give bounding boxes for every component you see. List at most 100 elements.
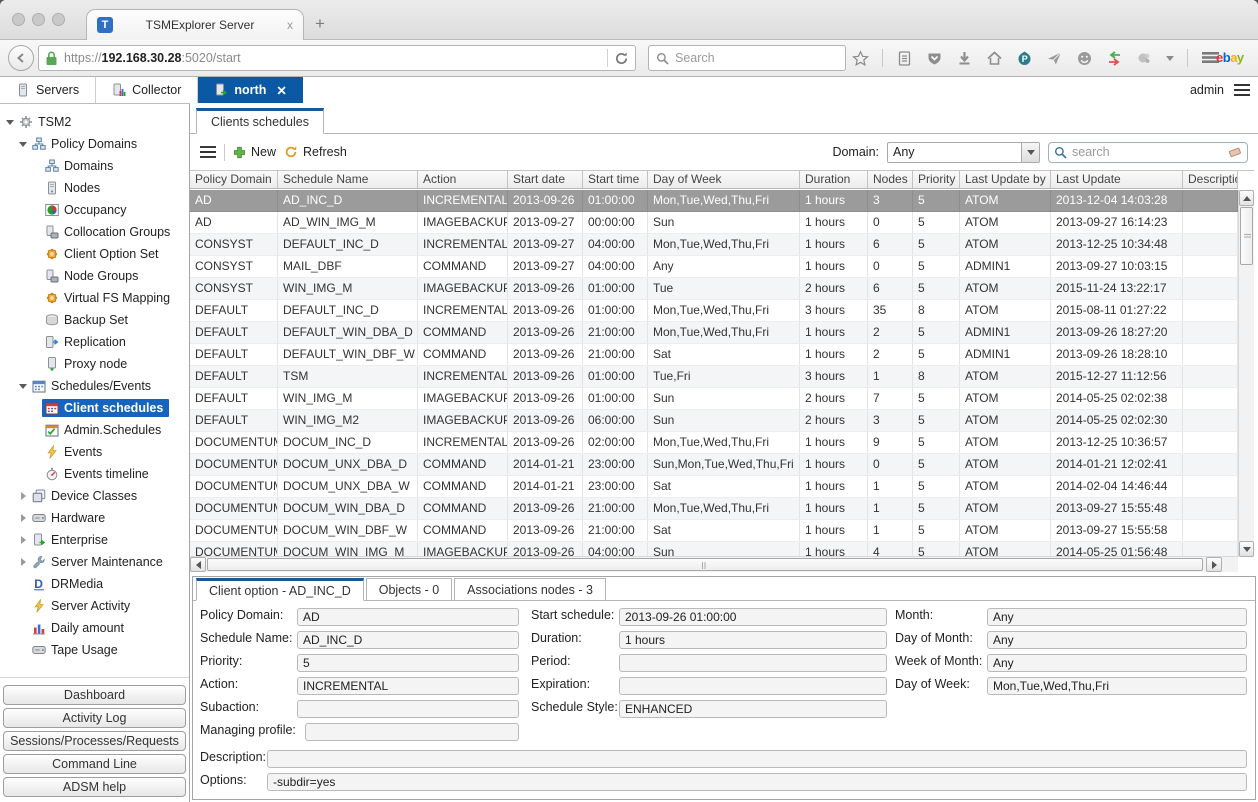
table-row-tsm[interactable]: DEFAULTTSMINCREMENTAL2013-09-2601:00:00T… bbox=[190, 366, 1238, 388]
url-bar[interactable]: https://192.168.30.28:5020/start bbox=[38, 45, 636, 71]
tree-item-server-activity[interactable]: Server Activity bbox=[0, 595, 189, 617]
tree-item-virtual-fs-mapping[interactable]: Virtual FS Mapping bbox=[0, 287, 189, 309]
column-header-description[interactable]: Description bbox=[1183, 171, 1238, 188]
action-field[interactable] bbox=[297, 677, 519, 695]
server-tab-north[interactable]: north✕ bbox=[198, 77, 302, 103]
dropdown-caret-icon[interactable] bbox=[1166, 56, 1174, 61]
tree-expander-icon[interactable] bbox=[17, 512, 29, 524]
tree-item-client-option-set[interactable]: Client Option Set bbox=[0, 243, 189, 265]
ebay-logo[interactable]: ebay bbox=[1216, 50, 1244, 65]
detail-tab-objects-0[interactable]: Objects - 0 bbox=[366, 578, 452, 601]
tree-item-schedules-events[interactable]: Schedules/Events bbox=[0, 375, 189, 397]
tree-item-enterprise[interactable]: Enterprise bbox=[0, 529, 189, 551]
tree-expander-icon[interactable] bbox=[17, 138, 29, 150]
tree-item-replication[interactable]: Replication bbox=[0, 331, 189, 353]
day-of-month-field[interactable] bbox=[987, 631, 1247, 649]
schedule-style-field[interactable] bbox=[619, 700, 887, 718]
tree-item-device-classes[interactable]: Device Classes bbox=[0, 485, 189, 507]
table-row-mail_dbf[interactable]: CONSYSTMAIL_DBFCOMMAND2013-09-2704:00:00… bbox=[190, 256, 1238, 278]
tab-close-icon[interactable]: x bbox=[287, 19, 293, 31]
expiration-field[interactable] bbox=[619, 677, 887, 695]
horizontal-scroll-thumb[interactable] bbox=[207, 558, 1203, 571]
close-tab-icon[interactable]: ✕ bbox=[276, 83, 286, 98]
detail-tab-client-option-ad-inc-d[interactable]: Client option - AD_INC_D bbox=[196, 578, 364, 601]
tab-clients-schedules[interactable]: Clients schedules bbox=[196, 108, 324, 134]
grid-menu-icon[interactable] bbox=[200, 146, 216, 158]
tree-item-server-maintenance[interactable]: Server Maintenance bbox=[0, 551, 189, 573]
refresh-button[interactable]: Refresh bbox=[284, 145, 347, 159]
new-button[interactable]: New bbox=[233, 145, 276, 159]
download-icon[interactable] bbox=[956, 50, 973, 67]
window-close-button[interactable] bbox=[12, 13, 25, 26]
tree-item-admin-schedules[interactable]: Admin.Schedules bbox=[0, 419, 189, 441]
column-header-start-date[interactable]: Start date bbox=[508, 171, 583, 188]
column-header-start-time[interactable]: Start time bbox=[583, 171, 648, 188]
tree-expander-icon[interactable] bbox=[4, 116, 16, 128]
tree-item-events-timeline[interactable]: Events timeline bbox=[0, 463, 189, 485]
week-of-month-field[interactable] bbox=[987, 654, 1247, 672]
server-tab-collector[interactable]: Collector bbox=[96, 77, 198, 103]
priority-field[interactable] bbox=[297, 654, 519, 672]
command-line-button[interactable]: Command Line bbox=[3, 754, 186, 774]
tree-item-policy-domains[interactable]: Policy Domains bbox=[0, 133, 189, 155]
tree-expander-icon[interactable] bbox=[17, 490, 29, 502]
browser-tab[interactable]: T TSMExplorer Server x bbox=[86, 9, 304, 40]
column-header-day-of-week[interactable]: Day of Week bbox=[648, 171, 800, 188]
tree-expander-icon[interactable] bbox=[17, 534, 29, 546]
tree-item-domains[interactable]: Domains bbox=[0, 155, 189, 177]
tree-item-client-schedules[interactable]: Client schedules bbox=[0, 397, 189, 419]
table-row-default_inc_d[interactable]: CONSYSTDEFAULT_INC_DINCREMENTAL2013-09-2… bbox=[190, 234, 1238, 256]
privacy-badge-icon[interactable]: P bbox=[1016, 50, 1033, 67]
table-row-ad_win_img_m[interactable]: ADAD_WIN_IMG_MIMAGEBACKUP2013-09-2700:00… bbox=[190, 212, 1238, 234]
day-of-week-field[interactable] bbox=[987, 677, 1247, 695]
domain-select-arrow[interactable] bbox=[1021, 143, 1039, 162]
table-row-win_img_m2[interactable]: DEFAULTWIN_IMG_M2IMAGEBACKUP2013-09-2606… bbox=[190, 410, 1238, 432]
column-header-policy-domain[interactable]: Policy Domain bbox=[190, 171, 278, 188]
home-icon[interactable] bbox=[986, 50, 1003, 67]
detail-tab-associations-nodes-3[interactable]: Associations nodes - 3 bbox=[454, 578, 606, 601]
reading-list-icon[interactable] bbox=[896, 50, 913, 67]
back-button[interactable] bbox=[8, 45, 34, 71]
tree-item-proxy-node[interactable]: Proxy node bbox=[0, 353, 189, 375]
table-row-docum_win_dba_d[interactable]: DOCUMENTUMDOCUM_WIN_DBA_DCOMMAND2013-09-… bbox=[190, 498, 1238, 520]
extension-icon[interactable] bbox=[1136, 50, 1153, 67]
scroll-down-button[interactable] bbox=[1239, 541, 1254, 557]
scroll-right-button[interactable] bbox=[1206, 557, 1222, 572]
policy-domain-field[interactable] bbox=[297, 608, 519, 626]
eraser-icon[interactable] bbox=[1227, 146, 1242, 159]
column-header-priority[interactable]: Priority bbox=[913, 171, 960, 188]
tree-item-collocation-groups[interactable]: Collocation Groups bbox=[0, 221, 189, 243]
table-row-docum_win_img_m[interactable]: DOCUMENTUMDOCUM_WIN_IMG_MIMAGEBACKUP2013… bbox=[190, 542, 1238, 557]
tree-item-hardware[interactable]: Hardware bbox=[0, 507, 189, 529]
send-icon[interactable] bbox=[1046, 50, 1063, 67]
column-header-nodes[interactable]: Nodes bbox=[868, 171, 913, 188]
column-header-duration[interactable]: Duration bbox=[800, 171, 868, 188]
admin-menu-icon[interactable] bbox=[1234, 84, 1250, 96]
new-tab-button[interactable]: + bbox=[315, 16, 325, 32]
tree-item-tape-usage[interactable]: Tape Usage bbox=[0, 639, 189, 661]
activity-log-button[interactable]: Activity Log bbox=[3, 708, 186, 728]
column-header-last-update[interactable]: Last Update bbox=[1051, 171, 1183, 188]
column-header-last-update-by[interactable]: Last Update by bbox=[960, 171, 1051, 188]
subaction-field[interactable] bbox=[297, 700, 519, 718]
tree-item-node-groups[interactable]: Node Groups bbox=[0, 265, 189, 287]
feedback-smiley-icon[interactable] bbox=[1076, 50, 1093, 67]
tree-item-drmedia[interactable]: DDRMedia bbox=[0, 573, 189, 595]
adsm-help-button[interactable]: ADSM help bbox=[3, 777, 186, 797]
table-row-docum_unx_dba_w[interactable]: DOCUMENTUMDOCUM_UNX_DBA_WCOMMAND2014-01-… bbox=[190, 476, 1238, 498]
horizontal-scrollbar[interactable] bbox=[190, 556, 1238, 572]
reload-icon[interactable] bbox=[614, 51, 629, 66]
table-row-win_img_m[interactable]: CONSYSTWIN_IMG_MIMAGEBACKUP2013-09-2601:… bbox=[190, 278, 1238, 300]
table-row-ad_inc_d[interactable]: ADAD_INC_DINCREMENTAL2013-09-2601:00:00M… bbox=[190, 190, 1238, 212]
table-row-default_win_dbf_w[interactable]: DEFAULTDEFAULT_WIN_DBF_WCOMMAND2013-09-2… bbox=[190, 344, 1238, 366]
period-field[interactable] bbox=[619, 654, 887, 672]
table-row-docum_win_dbf_w[interactable]: DOCUMENTUMDOCUM_WIN_DBF_WCOMMAND2013-09-… bbox=[190, 520, 1238, 542]
column-header-schedule-name[interactable]: Schedule Name bbox=[278, 171, 418, 188]
window-minimize-button[interactable] bbox=[32, 13, 45, 26]
description-field[interactable] bbox=[267, 750, 1247, 768]
start-schedule-field[interactable] bbox=[619, 608, 887, 626]
month-field[interactable] bbox=[987, 608, 1247, 626]
admin-user-label[interactable]: admin bbox=[1190, 83, 1224, 97]
tree-expander-icon[interactable] bbox=[17, 380, 29, 392]
tree-item-backup-set[interactable]: Backup Set bbox=[0, 309, 189, 331]
